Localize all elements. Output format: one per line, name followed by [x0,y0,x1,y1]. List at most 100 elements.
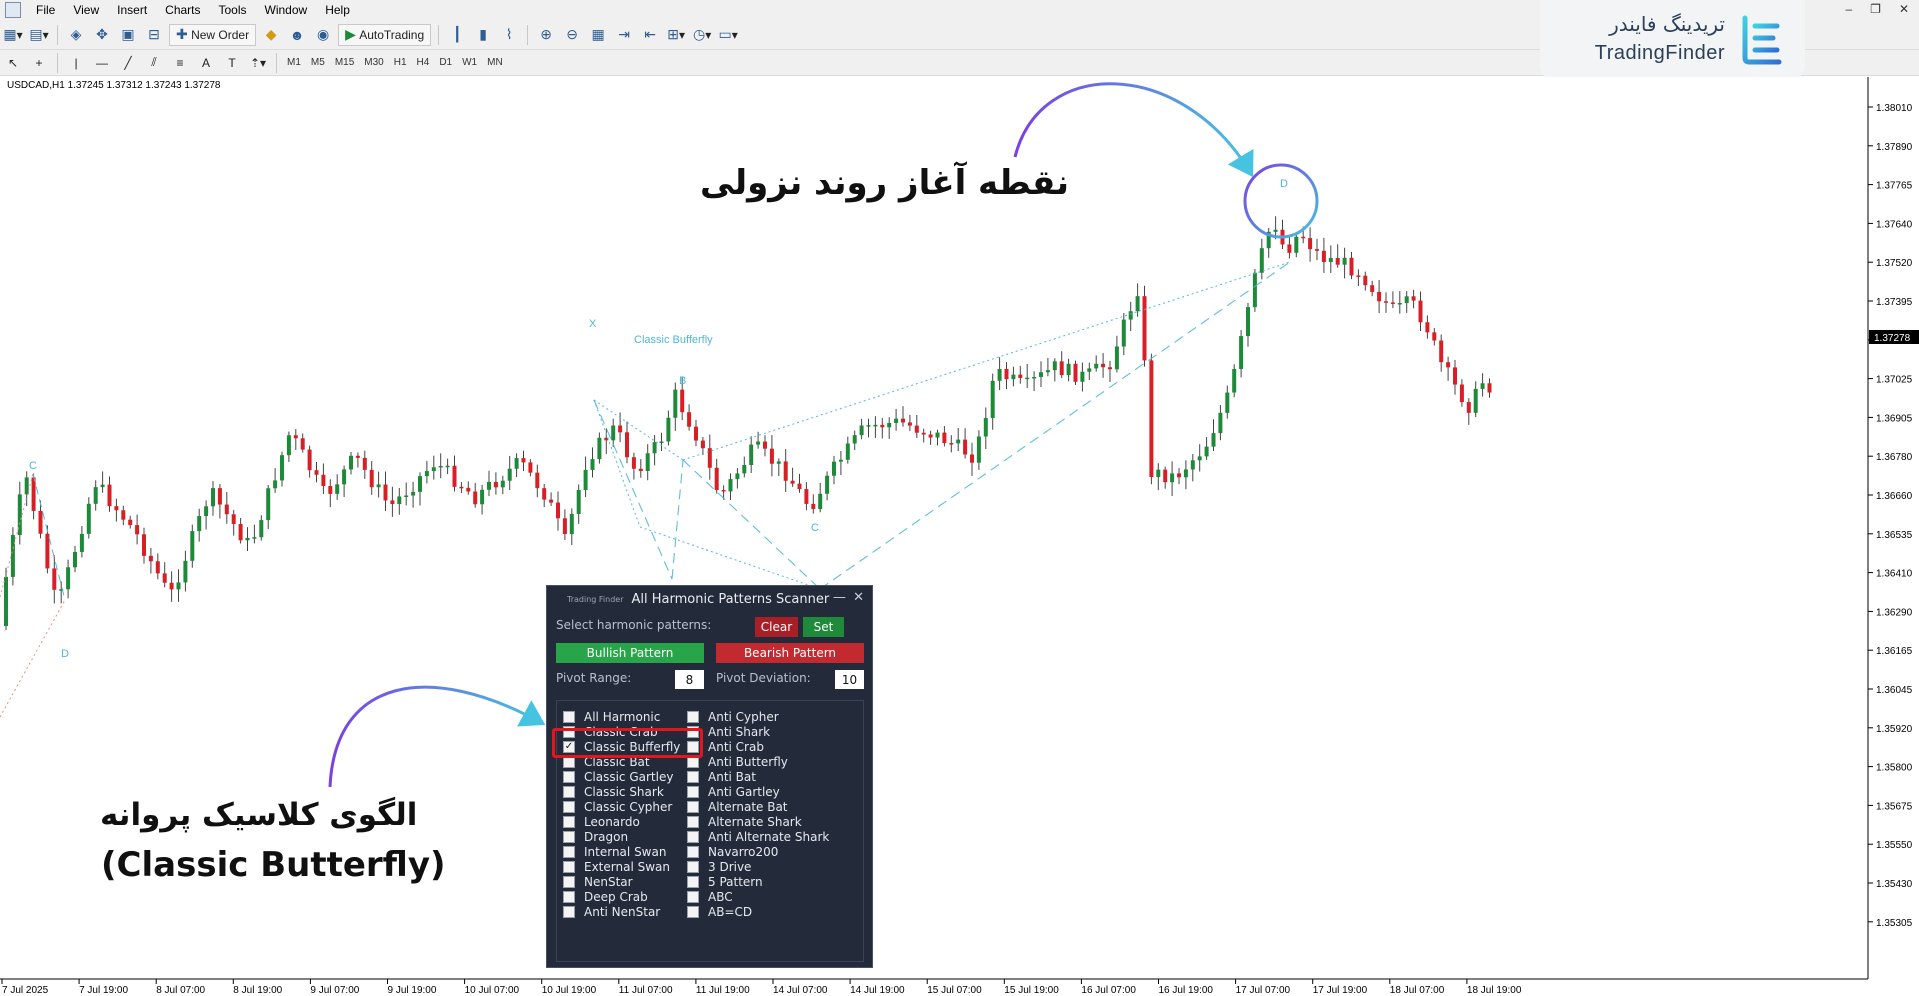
pattern-option[interactable]: Anti NenStar [563,905,660,920]
menu-window[interactable]: Window [256,3,317,17]
pattern-option[interactable]: Navarro200 [687,844,778,859]
timeframe-mn[interactable]: MN [482,57,508,68]
close-icon[interactable]: ✕ [853,590,864,605]
pivot-range-input[interactable]: 8 [675,670,704,689]
zoom-out-icon[interactable]: ⊖ [561,24,583,46]
bullish-pattern-button[interactable]: Bullish Pattern [556,643,704,663]
pattern-checkbox[interactable] [563,906,575,919]
new-chart-icon[interactable]: ▦ ▾ [2,24,24,46]
pattern-option[interactable]: Classic Cypher [563,799,672,814]
signals-icon[interactable]: ☻ [286,24,308,46]
pattern-option[interactable]: Anti Cypher [687,709,779,724]
navigator-icon[interactable]: ▣ [117,24,139,46]
pattern-checkbox[interactable] [687,845,699,858]
pattern-option[interactable]: All Harmonic [563,709,660,724]
arrows-icon[interactable]: ⇡▾ [247,52,269,74]
pattern-checkbox[interactable] [563,830,575,843]
fibonacci-icon[interactable]: ≡ [169,52,191,74]
pattern-option[interactable]: Alternate Bat [687,799,788,814]
bar-chart-icon[interactable]: ┃ [446,24,468,46]
pattern-option[interactable]: Anti Gartley [687,784,780,799]
pattern-option[interactable]: Classic Gartley [563,769,673,784]
restore-icon[interactable]: ❐ [1870,2,1881,16]
text-icon[interactable]: A [195,52,217,74]
autotrading-button[interactable]: ▶ AutoTrading [338,23,432,46]
menu-tools[interactable]: Tools [210,3,256,17]
pattern-option[interactable]: External Swan [563,860,670,875]
new-order-button[interactable]: ✚ New Order [169,23,257,46]
market-watch-icon[interactable]: ◈ [65,24,87,46]
pattern-checkbox[interactable] [687,891,699,904]
clear-button[interactable]: Clear [755,617,798,637]
pattern-option[interactable]: ABC [687,890,733,905]
menu-charts[interactable]: Charts [156,3,209,17]
bearish-pattern-button[interactable]: Bearish Pattern [716,643,864,663]
market-icon[interactable]: ◉ [312,24,334,46]
zoom-in-icon[interactable]: ⊕ [535,24,557,46]
channel-icon[interactable]: ⫽ [143,52,165,74]
data-window-icon[interactable]: ✥ [91,24,113,46]
pattern-option[interactable]: Dragon [563,829,628,844]
vertical-line-icon[interactable]: | [65,52,87,74]
scanner-titlebar[interactable]: Trading Finder All Harmonic Patterns Sca… [547,586,872,612]
pattern-option[interactable]: Alternate Shark [687,814,802,829]
terminal-icon[interactable]: ⊟ [143,24,165,46]
menu-insert[interactable]: Insert [108,3,156,17]
pattern-checkbox[interactable] [563,861,575,873]
crosshair-icon[interactable]: + [28,52,50,74]
pattern-option[interactable]: 5 Pattern [687,875,763,890]
pattern-checkbox[interactable] [687,710,699,723]
profiles-icon[interactable]: ▤ ▾ [28,24,50,46]
pattern-option[interactable]: Classic Shark [563,784,664,799]
pattern-option[interactable]: NenStar [563,875,633,890]
cursor-icon[interactable]: ↖ [2,52,24,74]
autoscroll-icon[interactable]: ⇤ [639,24,661,46]
timeframe-m5[interactable]: M5 [306,57,330,68]
menu-view[interactable]: View [64,3,108,17]
minimize-icon[interactable]: — [833,590,846,605]
templates-icon[interactable]: ▭ ▾ [717,24,739,46]
pattern-checkbox[interactable] [687,815,699,828]
pattern-checkbox[interactable] [687,785,699,798]
pattern-checkbox[interactable] [563,800,575,813]
timeframe-m1[interactable]: M1 [282,57,306,68]
pattern-checkbox[interactable] [687,770,699,783]
pattern-checkbox[interactable] [563,876,575,889]
timeframe-m15[interactable]: M15 [330,57,359,68]
pivot-deviation-input[interactable]: 10 [835,670,864,689]
timeframe-h1[interactable]: H1 [389,57,412,68]
pattern-checkbox[interactable] [563,815,575,828]
menu-file[interactable]: File [27,3,64,17]
pattern-option[interactable]: Internal Swan [563,844,666,859]
timeframe-w1[interactable]: W1 [457,57,482,68]
set-button[interactable]: Set [803,617,844,637]
text-label-icon[interactable]: T [221,52,243,74]
line-chart-icon[interactable]: ⌇ [498,24,520,46]
pattern-checkbox[interactable] [687,830,699,843]
pattern-option[interactable]: Leonardo [563,814,640,829]
trendline-icon[interactable]: ╱ [117,52,139,74]
pattern-option[interactable]: Anti Bat [687,769,756,784]
pattern-option[interactable]: Deep Crab [563,890,648,905]
indicators-icon[interactable]: ⊞ ▾ [665,24,687,46]
pattern-option[interactable]: 3 Drive [687,860,751,875]
close-icon[interactable]: ✕ [1899,2,1909,16]
horizontal-line-icon[interactable]: — [91,52,113,74]
tile-windows-icon[interactable]: ▦ [587,24,609,46]
pattern-checkbox[interactable] [563,710,575,723]
timeframe-m30[interactable]: M30 [359,57,388,68]
chart-shift-icon[interactable]: ⇥ [613,24,635,46]
pattern-checkbox[interactable] [563,891,575,904]
pattern-option[interactable]: Anti Alternate Shark [687,829,829,844]
timeframe-d1[interactable]: D1 [434,57,457,68]
minimize-icon[interactable]: – [1845,2,1852,16]
candlestick-icon[interactable]: ▮ [472,24,494,46]
pattern-checkbox[interactable] [687,906,699,919]
periods-icon[interactable]: ◷ ▾ [691,24,713,46]
pattern-checkbox[interactable] [563,785,575,798]
pattern-checkbox[interactable] [687,876,699,889]
timeframe-h4[interactable]: H4 [412,57,435,68]
pattern-checkbox[interactable] [563,845,575,858]
pattern-checkbox[interactable] [563,770,575,783]
metaeditor-icon[interactable]: ◆ [260,24,282,46]
